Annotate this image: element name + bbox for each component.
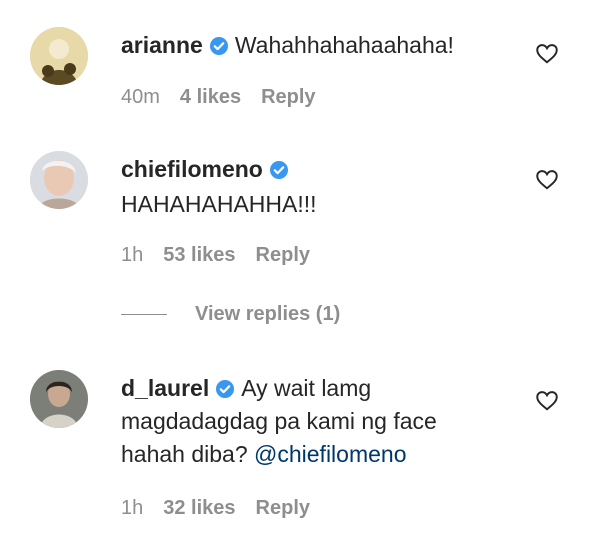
comment-time: 1h	[121, 497, 144, 519]
verified-badge-icon	[269, 161, 288, 179]
heart-outline-icon[interactable]	[534, 166, 560, 192]
comment-time: 1h	[121, 244, 144, 266]
verified-badge-icon	[216, 380, 235, 398]
comment-meta: 40m 4 likes Reply	[121, 86, 336, 109]
avatar[interactable]	[30, 27, 88, 85]
heart-outline-icon[interactable]	[534, 387, 560, 413]
avatar-image	[30, 370, 88, 428]
comment-username[interactable]: arianne	[121, 32, 203, 58]
reply-button[interactable]: Reply	[256, 497, 310, 519]
comment-time: 40m	[121, 86, 160, 108]
comment-username[interactable]: d_laurel	[121, 375, 209, 401]
reply-button[interactable]: Reply	[256, 244, 310, 266]
heart-outline-icon[interactable]	[534, 40, 560, 66]
comment-likes[interactable]: 32 likes	[163, 497, 235, 519]
reply-button[interactable]: Reply	[261, 86, 315, 108]
comment-meta: 1h 53 likes Reply	[121, 244, 330, 267]
comment-text: magdadagdag pa kami ng face	[121, 408, 437, 434]
comment-text: Wahahhahahaahaha!	[234, 32, 454, 58]
mention-link[interactable]: @chiefilomeno	[254, 441, 406, 467]
verified-badge-icon	[209, 37, 228, 55]
avatar[interactable]	[30, 151, 88, 209]
avatar[interactable]	[30, 370, 88, 428]
replies-divider	[121, 314, 167, 315]
view-replies-label: View replies (1)	[195, 303, 341, 325]
comment-text: HAHAHAHAHHA!!!	[121, 191, 317, 217]
comment-text: Ay wait lamg	[241, 375, 372, 401]
comment-likes[interactable]: 4 likes	[180, 86, 241, 108]
view-replies-button[interactable]: View replies (1)	[121, 303, 340, 326]
avatar-image	[30, 151, 88, 209]
comment-meta: 1h 32 likes Reply	[121, 497, 330, 520]
comment-likes[interactable]: 53 likes	[163, 244, 235, 266]
comment-text: hahah diba?	[121, 441, 248, 467]
avatar-image	[30, 27, 88, 85]
comment-username[interactable]: chiefilomeno	[121, 156, 263, 182]
